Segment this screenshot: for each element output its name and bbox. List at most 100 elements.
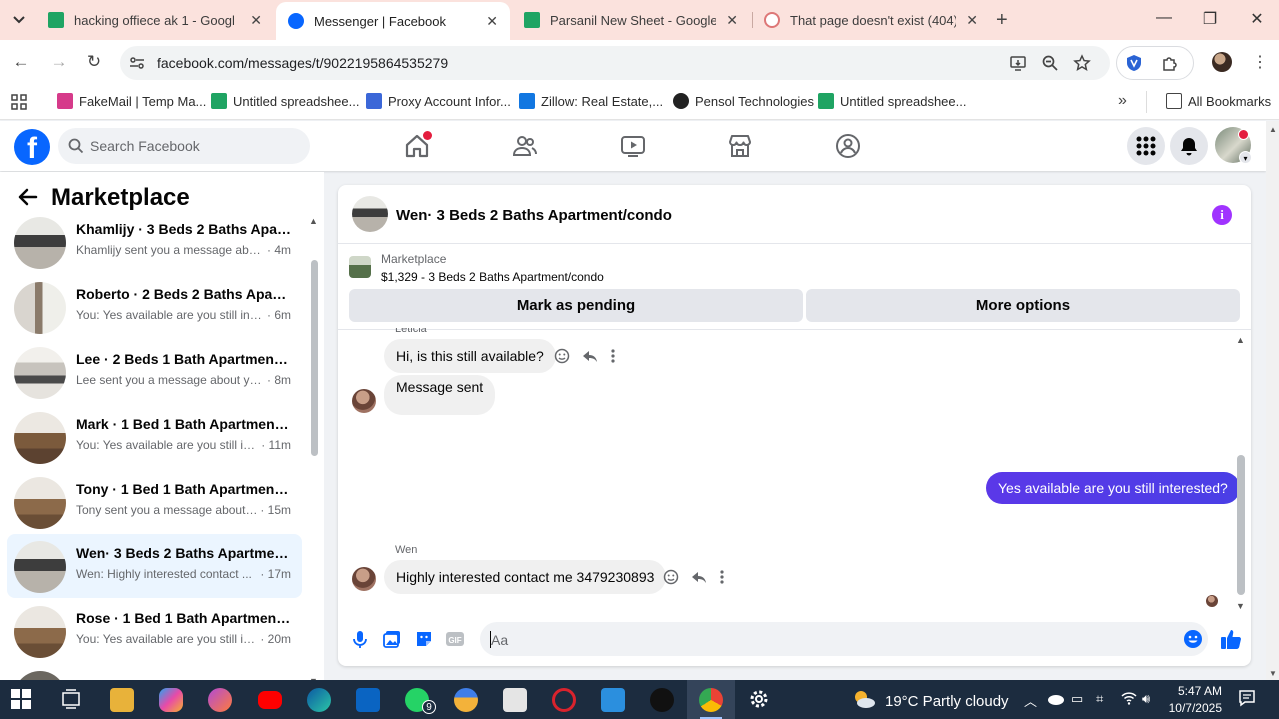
conversation-item-active[interactable]: Wen· 3 Beds 2 Baths Apartment... Wen: Hi… xyxy=(7,534,302,598)
chat-scrollbar[interactable]: ▲ ▼ xyxy=(1236,335,1246,611)
chrome-menu-kebab-icon[interactable]: ⋮ xyxy=(1252,52,1268,72)
reply-icon[interactable] xyxy=(691,569,707,588)
more-options-button[interactable]: More options xyxy=(806,289,1240,322)
incoming-message[interactable]: Highly interested contact me 3479230893 xyxy=(384,560,667,594)
install-app-icon[interactable] xyxy=(1009,54,1027,75)
edge-icon[interactable] xyxy=(307,688,331,712)
conversation-item[interactable]: Mark · 1 Bed 1 Bath Apartment/... You: Y… xyxy=(7,405,302,469)
sender-avatar[interactable] xyxy=(352,389,376,413)
copilot-icon[interactable] xyxy=(159,688,183,712)
scroll-up-arrow-icon[interactable]: ▲ xyxy=(1269,125,1277,134)
sender-avatar[interactable] xyxy=(352,567,376,591)
microsoft-store-icon[interactable] xyxy=(601,688,625,712)
tab-sheets-2[interactable]: Parsanil New Sheet - Google Sh ✕ xyxy=(512,0,750,40)
scrollbar-thumb[interactable] xyxy=(311,260,318,456)
facebook-logo[interactable]: f xyxy=(14,129,50,165)
file-explorer-icon[interactable] xyxy=(110,688,134,712)
conversation-item[interactable]: Khamlijy · 3 Beds 2 Baths Apart... Khaml… xyxy=(7,210,302,274)
conversation-item[interactable]: Roberto · 2 Beds 2 Baths Apart... You: Y… xyxy=(7,275,302,339)
mark-as-pending-button[interactable]: Mark as pending xyxy=(349,289,803,322)
conversation-item[interactable]: Tony · 1 Bed 1 Bath Apartment/c... Tony … xyxy=(7,470,302,534)
video-icon[interactable] xyxy=(620,133,646,159)
volume-icon[interactable]: 🔊︎ xyxy=(1142,691,1150,707)
tray-chevron-up-icon[interactable]: ︿ xyxy=(1024,691,1037,710)
app-icon[interactable] xyxy=(454,688,478,712)
task-view-icon[interactable] xyxy=(60,688,84,712)
friends-icon[interactable] xyxy=(512,133,538,159)
close-window-icon[interactable]: ✕ xyxy=(1247,9,1267,29)
back-arrow-icon[interactable]: ← xyxy=(10,52,32,72)
sidebar-scrollbar[interactable]: ▲ ▼ xyxy=(309,216,318,686)
bookmark-spreadsheet-2[interactable]: Untitled spreadshee... xyxy=(818,93,966,109)
opera-icon[interactable] xyxy=(552,688,576,712)
chrome-icon[interactable] xyxy=(699,688,723,712)
puzzle-extensions-icon[interactable] xyxy=(1161,54,1179,75)
facebook-search-input[interactable]: Search Facebook xyxy=(58,128,310,164)
scroll-down-arrow-icon[interactable]: ▼ xyxy=(1236,601,1245,611)
conversation-item-partial[interactable] xyxy=(7,664,302,680)
more-kebab-icon[interactable] xyxy=(719,569,725,588)
react-smiley-icon[interactable] xyxy=(663,569,679,588)
weather-widget[interactable]: 19°C Partly cloudy xyxy=(851,688,1009,714)
new-tab-plus-icon[interactable]: + xyxy=(996,9,1008,32)
react-smiley-icon[interactable] xyxy=(554,348,570,367)
notifications-button[interactable] xyxy=(1170,127,1208,165)
scroll-down-arrow-icon[interactable]: ▼ xyxy=(1269,669,1277,678)
groups-icon[interactable] xyxy=(835,133,861,159)
message-input[interactable]: Aa xyxy=(480,622,1208,656)
wifi-icon[interactable] xyxy=(1121,691,1137,708)
menu-grid-button[interactable] xyxy=(1127,127,1165,165)
outlook-icon[interactable] xyxy=(356,688,380,712)
conversation-item[interactable]: Lee · 2 Beds 1 Bath Apartment/c... Lee s… xyxy=(7,340,302,404)
app-icon[interactable] xyxy=(503,688,527,712)
more-kebab-icon[interactable] xyxy=(610,348,616,367)
emoji-icon[interactable] xyxy=(1183,629,1203,652)
close-tab-icon[interactable]: ✕ xyxy=(486,13,498,30)
incoming-message[interactable]: Message sent xyxy=(384,375,496,415)
network-adapter-icon[interactable]: ⌗ xyxy=(1096,691,1103,707)
bookmark-zillow[interactable]: Zillow: Real Estate,... xyxy=(519,93,663,109)
incoming-message[interactable]: Hi, is this still available? xyxy=(384,339,556,373)
app-icon[interactable] xyxy=(208,688,232,712)
bookmark-star-icon[interactable] xyxy=(1073,54,1091,75)
chat-avatar[interactable] xyxy=(352,196,388,232)
windows-start-icon[interactable] xyxy=(10,688,34,712)
tab-search-chevron-icon[interactable] xyxy=(8,9,30,31)
sticker-icon[interactable] xyxy=(414,629,434,649)
youtube-icon[interactable] xyxy=(258,691,282,709)
url-text[interactable]: facebook.com/messages/t/9022195864535279 xyxy=(157,55,448,71)
scrollbar-thumb[interactable] xyxy=(1237,455,1245,595)
account-chevron-down-icon[interactable]: ▾ xyxy=(1239,151,1252,164)
reply-icon[interactable] xyxy=(582,348,598,367)
tab-404[interactable]: That page doesn't exist (404) - F ✕ xyxy=(752,0,990,40)
photo-gallery-icon[interactable] xyxy=(382,629,402,649)
scroll-up-arrow-icon[interactable]: ▲ xyxy=(309,216,318,226)
reload-icon[interactable]: ↻ xyxy=(83,52,105,72)
zoom-icon[interactable] xyxy=(1041,54,1059,75)
tab-messenger[interactable]: Messenger | Facebook ✕ xyxy=(276,2,510,40)
tab-sheets-1[interactable]: hacking offiece ak 1 - Google Sh ✕ xyxy=(36,0,274,40)
conversation-item[interactable]: Rose · 1 Bed 1 Bath Apartment/c... You: … xyxy=(7,599,302,663)
gif-icon[interactable]: GIF xyxy=(445,629,465,649)
minimize-icon[interactable]: — xyxy=(1154,9,1174,27)
notification-center-icon[interactable] xyxy=(1238,689,1256,710)
close-tab-icon[interactable]: ✕ xyxy=(726,12,738,29)
close-tab-icon[interactable]: ✕ xyxy=(250,12,262,29)
scroll-up-arrow-icon[interactable]: ▲ xyxy=(1236,335,1245,345)
shield-extension-icon[interactable] xyxy=(1125,54,1143,75)
omnibox[interactable]: facebook.com/messages/t/9022195864535279 xyxy=(120,46,1110,80)
chrome-profile-avatar[interactable] xyxy=(1212,52,1232,72)
restore-icon[interactable]: ❐ xyxy=(1200,9,1220,29)
bookmark-spreadsheet-1[interactable]: Untitled spreadshee... xyxy=(211,93,359,109)
system-clock[interactable]: 5:47 AM 10/7/2025 xyxy=(1166,683,1222,717)
back-arrow-icon[interactable] xyxy=(18,188,38,212)
outgoing-message[interactable]: Yes available are you still interested? xyxy=(986,472,1240,504)
bookmark-fakemail[interactable]: FakeMail | Temp Ma... xyxy=(57,93,206,109)
tiktok-icon[interactable] xyxy=(650,688,674,712)
listing-thumbnail[interactable] xyxy=(349,256,371,278)
microphone-icon[interactable] xyxy=(350,629,370,649)
more-bookmarks-chevron-icon[interactable]: » xyxy=(1118,92,1127,110)
thumbs-up-icon[interactable] xyxy=(1220,628,1241,649)
all-bookmarks-button[interactable]: All Bookmarks xyxy=(1166,93,1271,109)
bookmark-proxy[interactable]: Proxy Account Infor... xyxy=(366,93,511,109)
